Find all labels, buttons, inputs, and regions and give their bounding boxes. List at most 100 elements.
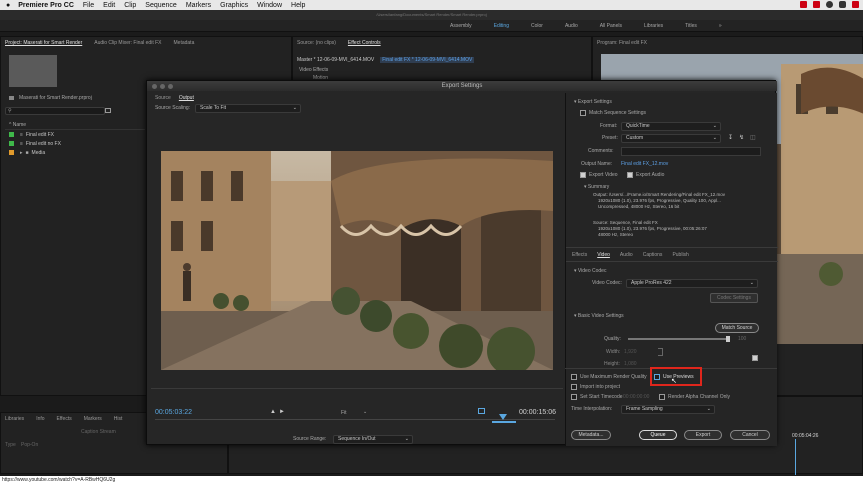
menu-app-name[interactable]: Premiere Pro CC bbox=[18, 2, 74, 9]
tab-metadata[interactable]: Metadata bbox=[174, 40, 195, 46]
project-item[interactable]: ≡ Final edit FX bbox=[1, 130, 141, 139]
video-codec-header[interactable]: ▾ Video Codec bbox=[574, 268, 606, 274]
set-start-timecode-checkbox[interactable] bbox=[571, 394, 577, 400]
workspace-assembly[interactable]: Assembly bbox=[450, 23, 472, 29]
fit-zoom-select[interactable]: Fit bbox=[341, 410, 347, 416]
render-alpha-checkbox[interactable] bbox=[659, 394, 665, 400]
playhead[interactable] bbox=[795, 439, 796, 475]
comments-input[interactable] bbox=[621, 147, 761, 156]
export-video-checkbox[interactable] bbox=[580, 172, 586, 178]
tab-audio-clip-mixer[interactable]: Audio Clip Mixer: Final edit FX bbox=[94, 40, 161, 46]
tab-effects[interactable]: Effects bbox=[57, 416, 72, 422]
import-preset-icon[interactable]: ↯ bbox=[739, 134, 744, 141]
expand-arrow-icon[interactable]: ▸ bbox=[20, 150, 23, 156]
set-in-point-icon[interactable]: ▲ bbox=[270, 409, 276, 415]
tab-info[interactable]: Info bbox=[36, 416, 44, 422]
project-list-header[interactable]: ^ Name bbox=[5, 122, 145, 130]
import-into-project-checkbox[interactable] bbox=[571, 384, 577, 390]
width-value[interactable]: 1,920 bbox=[624, 349, 637, 355]
tab-libraries[interactable]: Libraries bbox=[5, 416, 24, 422]
preset-select[interactable]: Custom ⌄ bbox=[621, 134, 721, 143]
workspace-color[interactable]: Color bbox=[531, 23, 543, 29]
workspace-audio[interactable]: Audio bbox=[565, 23, 578, 29]
menu-extra-icon[interactable] bbox=[852, 1, 859, 8]
cancel-button[interactable]: Cancel bbox=[730, 430, 770, 440]
tab-effect-controls[interactable]: Effect Controls bbox=[348, 40, 381, 46]
export-settings-header[interactable]: ▾ Export Settings bbox=[574, 99, 612, 105]
menu-window[interactable]: Window bbox=[257, 2, 282, 9]
workspace-all-panels[interactable]: All Panels bbox=[600, 23, 622, 29]
minimize-window-icon[interactable] bbox=[160, 84, 165, 89]
project-search-input[interactable] bbox=[5, 107, 105, 115]
tab-history[interactable]: Hist bbox=[114, 416, 123, 422]
basic-video-header[interactable]: ▾ Basic Video Settings bbox=[574, 313, 624, 319]
export-button[interactable]: Export bbox=[684, 430, 722, 440]
user-icon[interactable] bbox=[826, 1, 833, 8]
match-source-button[interactable]: Match Source bbox=[715, 323, 759, 333]
link-dimensions-icon[interactable] bbox=[658, 348, 663, 356]
summary-header[interactable]: ▾ Summary bbox=[584, 184, 609, 190]
delete-preset-icon[interactable]: ◫ bbox=[750, 134, 756, 141]
sequence-clip[interactable]: Final edit FX * 12-06-09-MVI_6414.MOV bbox=[380, 57, 475, 63]
record-icon[interactable] bbox=[800, 1, 807, 8]
workspace-editing[interactable]: Editing bbox=[494, 23, 509, 29]
apple-icon[interactable]: ● bbox=[6, 2, 10, 9]
menu-clip[interactable]: Clip bbox=[124, 2, 136, 9]
tab-captions[interactable]: Captions bbox=[643, 252, 663, 258]
tab-video[interactable]: Video bbox=[597, 252, 610, 258]
tab-source[interactable]: Source: (no clips) bbox=[297, 40, 336, 46]
menu-help[interactable]: Help bbox=[291, 2, 305, 9]
save-preset-icon[interactable]: ↧ bbox=[728, 134, 733, 141]
menu-sequence[interactable]: Sequence bbox=[145, 2, 177, 9]
max-render-quality-checkbox[interactable] bbox=[571, 374, 577, 380]
match-sequence-checkbox[interactable] bbox=[580, 110, 586, 116]
tab-program[interactable]: Program: Final edit FX bbox=[597, 40, 647, 46]
wifi-icon[interactable] bbox=[839, 1, 846, 8]
tab-audio[interactable]: Audio bbox=[620, 252, 633, 258]
menu-file[interactable]: File bbox=[83, 2, 94, 9]
use-previews-checkbox[interactable] bbox=[654, 374, 660, 380]
workspace-titles[interactable]: Titles bbox=[685, 23, 697, 29]
new-bin-icon[interactable] bbox=[105, 108, 111, 113]
workspace-overflow-icon[interactable]: » bbox=[719, 23, 722, 29]
timeline-scrubber[interactable] bbox=[155, 419, 555, 420]
menu-markers[interactable]: Markers bbox=[186, 2, 211, 9]
tab-output[interactable]: Output bbox=[179, 95, 194, 101]
codec-settings-button[interactable]: Codec Settings bbox=[710, 293, 758, 303]
height-value[interactable]: 1,080 bbox=[624, 361, 637, 367]
master-clip[interactable]: Master * 12-06-09-MVI_6414.MOV bbox=[297, 57, 374, 63]
metadata-button[interactable]: Metadata... bbox=[571, 430, 611, 440]
queue-button[interactable]: Queue bbox=[639, 430, 677, 440]
source-range-select[interactable]: Sequence In/Out ⌄ bbox=[333, 435, 413, 444]
tab-publish[interactable]: Publish bbox=[672, 252, 688, 258]
video-codec-select[interactable]: Apple ProRes 422 ⌄ bbox=[626, 279, 758, 288]
name-column-header[interactable]: Name bbox=[13, 122, 26, 128]
quality-slider-thumb[interactable] bbox=[726, 336, 730, 342]
project-item[interactable]: ▸ ■ Media bbox=[1, 148, 141, 157]
quality-slider[interactable] bbox=[628, 338, 728, 340]
tab-project[interactable]: Project: Maserati for Smart Render bbox=[5, 40, 82, 46]
project-item[interactable]: ≡ Final edit no FX bbox=[1, 139, 141, 148]
source-scaling-select[interactable]: Scale To Fit ⌄ bbox=[195, 104, 301, 113]
export-audio-checkbox[interactable] bbox=[627, 172, 633, 178]
format-select[interactable]: QuickTime ⌄ bbox=[621, 122, 721, 131]
current-time-display[interactable]: 00:05:03:22 bbox=[155, 409, 192, 416]
workspace-libraries[interactable]: Libraries bbox=[644, 23, 663, 29]
work-area-bar[interactable] bbox=[492, 421, 516, 423]
output-name-link[interactable]: Final edit FX_12.mov bbox=[621, 161, 668, 167]
close-window-icon[interactable] bbox=[152, 84, 157, 89]
tab-markers[interactable]: Markers bbox=[84, 416, 102, 422]
tab-source[interactable]: Source bbox=[155, 95, 171, 101]
time-interpolation-select[interactable]: Frame Sampling ⌄ bbox=[621, 405, 715, 414]
quality-value[interactable]: 100 bbox=[738, 336, 746, 342]
aspect-ratio-icon[interactable] bbox=[478, 408, 485, 414]
notification-icon[interactable] bbox=[813, 1, 820, 8]
set-out-point-icon[interactable]: ► bbox=[279, 409, 285, 415]
menu-graphics[interactable]: Graphics bbox=[220, 2, 248, 9]
type-value[interactable]: Pop-On bbox=[21, 442, 38, 448]
tab-effects[interactable]: Effects bbox=[572, 252, 587, 258]
match-dimension-checkbox[interactable] bbox=[752, 355, 758, 361]
menu-edit[interactable]: Edit bbox=[103, 2, 115, 9]
playhead-icon[interactable] bbox=[499, 414, 507, 420]
zoom-window-icon[interactable] bbox=[168, 84, 173, 89]
